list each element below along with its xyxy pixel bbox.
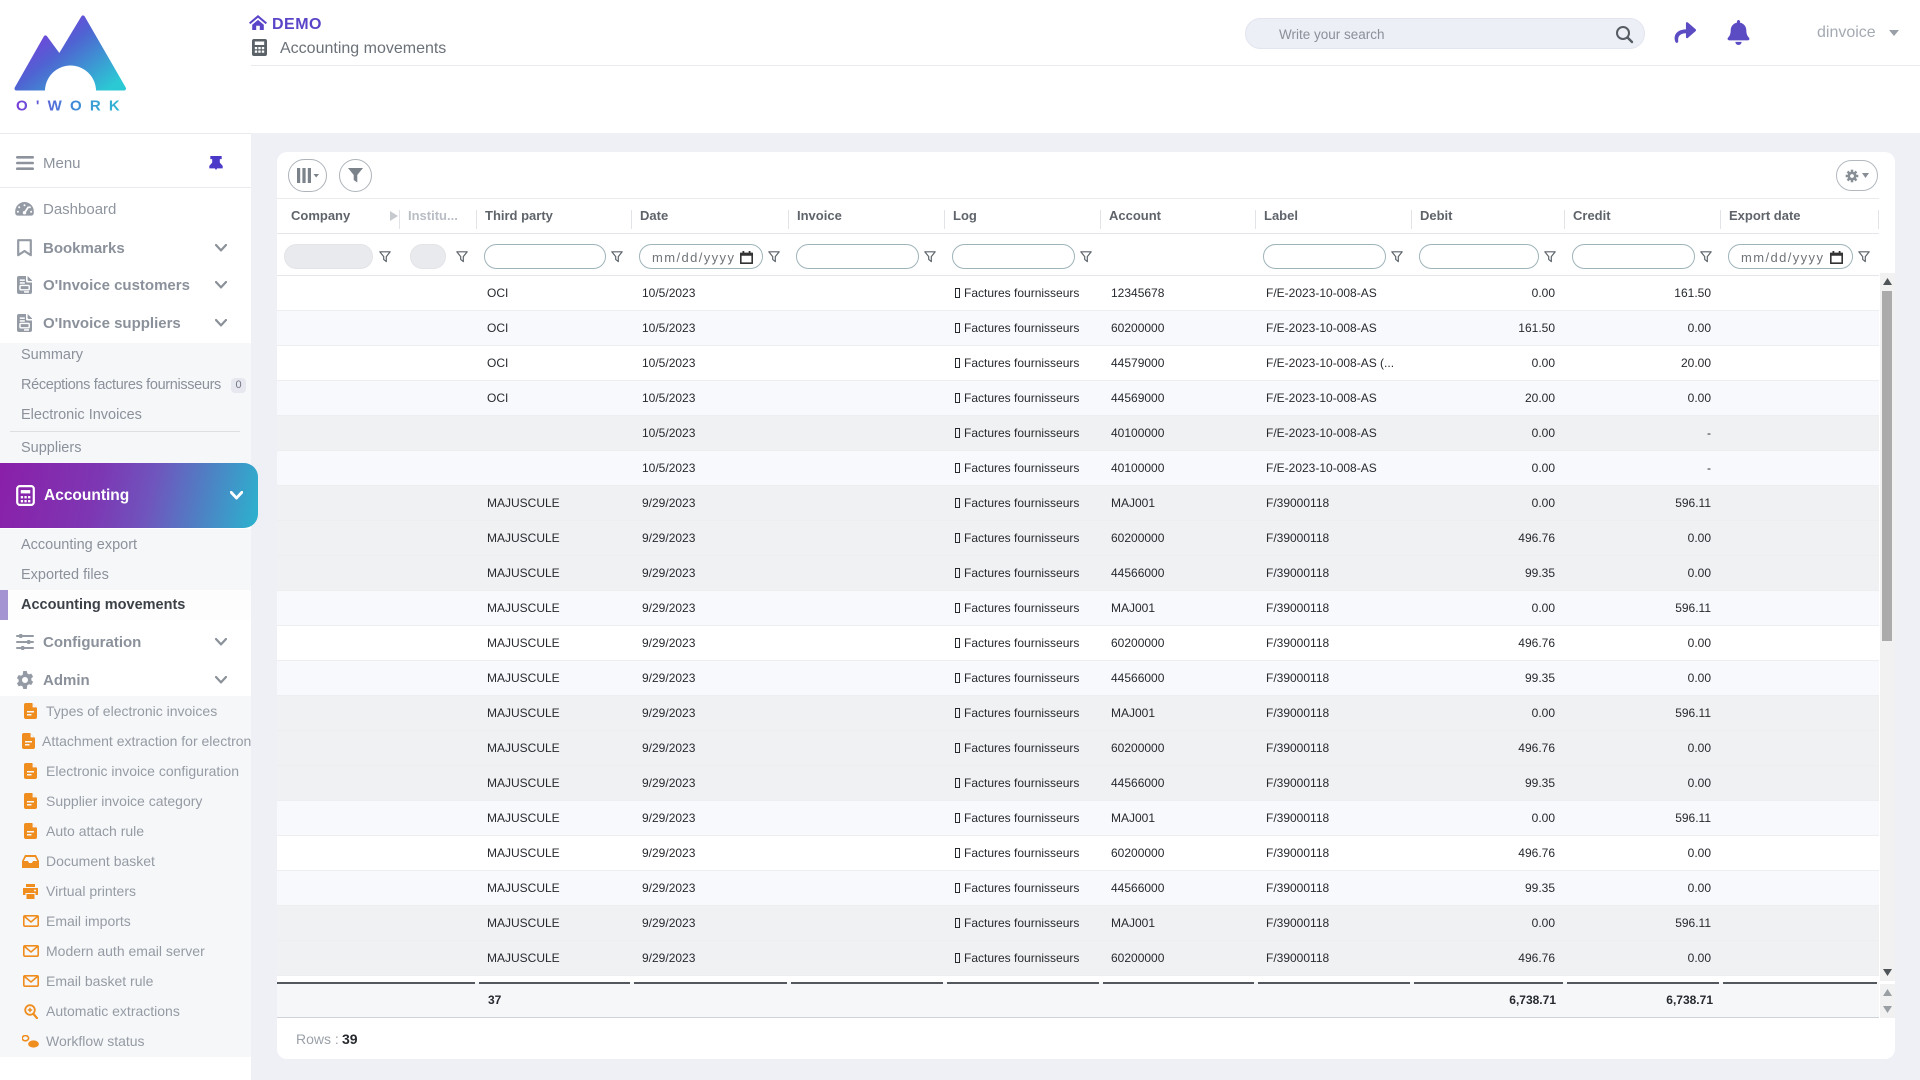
svg-text:O'WORK: O'WORK [16,98,128,115]
